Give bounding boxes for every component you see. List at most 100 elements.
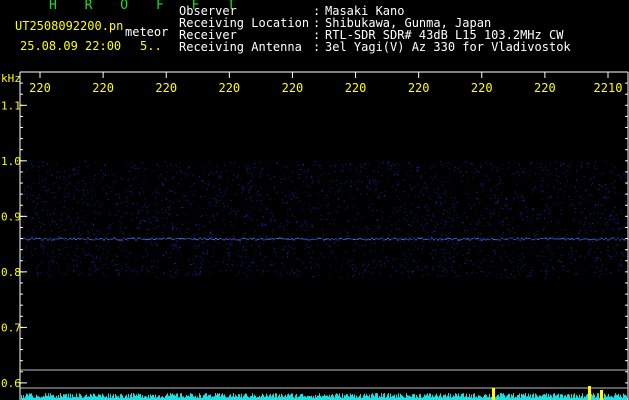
noise-pixel	[216, 199, 218, 201]
noise-pixel	[265, 236, 267, 238]
noise-pixel	[396, 228, 398, 230]
noise-pixel	[479, 262, 481, 264]
carrier-line-segment	[319, 237, 321, 239]
noise-pixel	[133, 203, 135, 205]
noise-pixel	[335, 164, 337, 166]
level-meter-bar	[262, 393, 263, 400]
noise-pixel	[209, 244, 211, 246]
noise-pixel	[203, 247, 205, 249]
noise-pixel	[517, 171, 519, 173]
noise-pixel	[501, 164, 503, 166]
carrier-line-segment	[53, 238, 55, 240]
level-meter-bar	[304, 396, 305, 400]
noise-pixel	[291, 173, 293, 175]
noise-pixel	[519, 163, 520, 165]
noise-pixel	[427, 214, 429, 216]
noise-pixel	[88, 232, 90, 234]
noise-pixel	[387, 221, 389, 222]
noise-pixel	[360, 217, 362, 219]
noise-pixel	[289, 208, 291, 210]
noise-pixel	[466, 230, 468, 232]
noise-pixel	[347, 236, 349, 238]
noise-pixel	[328, 245, 330, 247]
noise-pixel	[269, 264, 271, 265]
noise-pixel	[404, 207, 406, 209]
noise-pixel	[367, 270, 369, 272]
carrier-line-segment	[453, 238, 455, 240]
noise-pixel	[399, 240, 401, 242]
carrier-line-segment	[599, 238, 601, 240]
level-meter-bar	[120, 394, 121, 400]
noise-pixel	[259, 161, 261, 163]
noise-pixel	[208, 161, 210, 163]
noise-pixel	[184, 274, 186, 276]
level-meter-bar	[38, 396, 39, 400]
carrier-line-segment	[125, 238, 127, 240]
noise-pixel	[98, 230, 100, 232]
noise-pixel	[119, 227, 121, 229]
noise-pixel	[226, 259, 228, 261]
noise-pixel	[243, 188, 244, 190]
noise-pixel	[358, 229, 360, 231]
noise-pixel	[283, 202, 285, 204]
noise-pixel	[345, 251, 347, 253]
noise-pixel	[59, 172, 61, 174]
noise-pixel	[401, 180, 403, 181]
carrier-line-segment	[569, 238, 571, 240]
noise-pixel	[507, 167, 509, 169]
noise-pixel	[240, 192, 242, 194]
noise-pixel	[416, 207, 418, 208]
noise-pixel	[89, 274, 91, 276]
noise-pixel	[175, 271, 177, 273]
noise-pixel	[521, 218, 523, 220]
noise-pixel	[127, 266, 129, 268]
carrier-line-segment	[303, 238, 305, 240]
noise-pixel	[36, 198, 38, 200]
noise-pixel	[595, 161, 597, 163]
noise-pixel	[193, 183, 195, 185]
level-meter-bar	[121, 393, 122, 400]
noise-pixel	[458, 224, 460, 226]
noise-pixel	[298, 200, 300, 202]
noise-pixel	[398, 199, 400, 200]
noise-pixel	[221, 176, 222, 178]
noise-pixel	[101, 253, 103, 255]
noise-pixel	[103, 273, 105, 275]
noise-pixel	[333, 219, 335, 221]
noise-pixel	[187, 202, 189, 204]
noise-pixel	[130, 185, 132, 187]
level-meter-bar	[498, 394, 499, 400]
noise-pixel	[455, 253, 457, 255]
noise-pixel	[118, 246, 120, 248]
noise-pixel	[520, 215, 522, 217]
noise-pixel	[322, 233, 324, 235]
noise-pixel	[289, 221, 291, 223]
noise-pixel	[112, 265, 114, 267]
noise-pixel	[107, 174, 109, 176]
noise-pixel	[43, 241, 45, 243]
noise-pixel	[126, 196, 128, 198]
noise-pixel	[529, 169, 531, 171]
noise-pixel	[176, 247, 178, 249]
carrier-line-segment	[47, 239, 49, 241]
noise-pixel	[68, 180, 70, 182]
carrier-line-segment	[415, 239, 417, 241]
noise-pixel	[264, 223, 266, 225]
carrier-line-segment	[57, 238, 59, 240]
noise-pixel	[445, 226, 446, 228]
noise-pixel	[86, 200, 87, 202]
carrier-line-segment	[31, 237, 33, 239]
noise-pixel	[556, 196, 558, 198]
carrier-line-segment	[99, 238, 101, 240]
carrier-line-segment	[377, 238, 379, 240]
noise-pixel	[303, 171, 305, 173]
level-meter-bar	[605, 394, 606, 400]
level-meter-bar	[410, 396, 411, 400]
noise-pixel	[23, 213, 25, 215]
noise-pixel	[523, 256, 525, 258]
level-meter-bar	[363, 395, 364, 400]
carrier-line-segment	[545, 237, 547, 239]
noise-pixel	[563, 197, 564, 199]
noise-pixel	[23, 261, 25, 263]
noise-pixel	[432, 257, 434, 259]
